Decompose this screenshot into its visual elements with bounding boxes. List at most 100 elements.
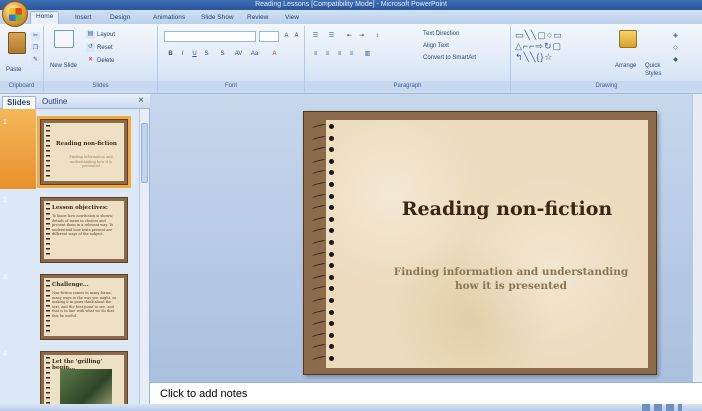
shadow-icon[interactable]: S [218,50,227,59]
underline-icon[interactable]: U [190,50,199,59]
spiral-ring-icon [311,180,336,189]
window-title: Reading Lessons [Compatibility Mode] - M… [255,1,447,8]
delete-icon: ✕ [87,57,94,63]
change-case-icon[interactable]: Aa [250,50,259,59]
paste-icon[interactable] [8,32,26,54]
bold-icon[interactable]: B [166,50,175,59]
tab-slides[interactable]: Slides [2,96,36,109]
notes-pane[interactable]: Click to add notes [150,382,702,404]
grow-font-icon[interactable]: A [282,32,291,41]
thumbnail-title: Challenge... [52,282,89,288]
spiral-ring-icon [311,308,336,317]
shape-outline-icon[interactable]: ◇ [671,44,680,53]
drawing-label: Drawing [511,81,702,91]
new-slide-button[interactable]: New Slide [50,62,77,70]
decrease-indent-icon[interactable]: ⇤ [345,32,354,41]
format-painter-icon[interactable]: ✎ [31,56,40,65]
spiral-ring-icon [311,342,336,351]
delete-button[interactable]: Delete [97,57,114,65]
strikethrough-icon[interactable]: S [202,50,211,59]
slides-scrollbar[interactable] [139,109,149,404]
paragraph-group: ☰ ☰ ⇤ ⇥ ↕ ≡ ≡ ≡ ≡ ▥ Text Direction Align… [305,26,511,92]
font-color-icon[interactable]: A [270,50,279,59]
tab-view[interactable]: View [280,13,304,22]
new-slide-icon[interactable] [54,30,74,48]
thumbnail-body: Finding information and understanding ho… [69,155,113,168]
slide-thumbnail-3[interactable]: Challenge... Non-fiction comes in many f… [40,274,128,340]
convert-smartart-button[interactable]: Convert to SmartArt [423,54,476,62]
spiral-ring-icon [311,134,336,143]
tab-design[interactable]: Design [105,13,135,22]
arrange-button[interactable]: Arrange [615,62,636,70]
ribbon: Paste ✂ ❐ ✎ Clipboard New Slide ▤ Layout… [0,24,702,94]
spiral-ring-icon [311,250,336,259]
spiral-ring-icon [311,296,336,305]
slide-number: 4 [3,351,7,358]
numbering-icon[interactable]: ☰ [327,32,336,41]
office-button[interactable] [2,1,28,27]
thumbnail-photo [60,369,112,404]
font-size-combo[interactable] [259,31,279,42]
font-group: A A B I U S S AV Aa A Font [158,26,305,92]
shrink-font-icon[interactable]: A [292,32,301,41]
align-right-icon[interactable]: ≡ [335,50,344,59]
italic-icon[interactable]: I [178,50,187,59]
layout-icon: ▤ [86,30,95,39]
tab-review[interactable]: Review [242,13,273,22]
spiral-binding [311,122,342,367]
spiral-ring-icon [311,122,336,131]
canvas-scrollbar[interactable] [692,94,702,382]
shape-fill-icon[interactable]: ◈ [671,32,680,41]
columns-icon[interactable]: ▥ [363,50,372,59]
shapes-gallery[interactable]: ▭╲╲▢○▭ △⌐⌐⇨↻▢ ↰╲╲{}☆ [515,30,603,64]
align-left-icon[interactable]: ≡ [311,50,320,59]
justify-icon[interactable]: ≡ [347,50,356,59]
spiral-ring-icon [311,354,336,363]
tab-outline[interactable]: Outline [38,96,71,107]
slide-title[interactable]: Reading non-fiction [366,198,648,220]
view-buttons[interactable] [642,404,682,411]
status-bar [0,404,702,411]
title-bar: Reading Lessons [Compatibility Mode] - M… [0,0,702,10]
drawing-group: ▭╲╲▢○▭ △⌐⌐⇨↻▢ ↰╲╲{}☆ Arrange Quick Styles … [511,26,702,92]
arrange-icon[interactable] [619,30,637,48]
text-direction-button[interactable]: Text Direction [423,30,459,38]
scrollbar-thumb[interactable] [141,123,148,183]
shape-effects-icon[interactable]: ◆ [671,56,680,65]
spiral-ring-icon [311,203,336,212]
slide-thumbnail-4[interactable]: Let the 'grilling' begin... [40,351,128,404]
current-slide[interactable]: Reading non-fiction Finding information … [303,111,657,375]
layout-button[interactable]: Layout [97,31,115,39]
quick-styles-button[interactable]: Quick Styles [645,62,669,78]
spiral-ring-icon [311,168,336,177]
align-center-icon[interactable]: ≡ [323,50,332,59]
slide-number: 3 [3,274,7,281]
font-name-combo[interactable] [164,31,256,42]
tab-home[interactable]: Home [30,11,60,24]
tab-insert[interactable]: Insert [70,13,96,22]
line-spacing-icon[interactable]: ↕ [373,32,382,41]
slide-paper: Reading non-fiction Finding information … [326,120,648,368]
spiral-ring-icon [311,226,336,235]
tab-slide-show[interactable]: Slide Show [196,13,239,22]
increase-indent-icon[interactable]: ⇥ [357,32,366,41]
close-icon[interactable]: × [138,95,144,106]
spiral-ring-icon [311,215,336,224]
bullets-icon[interactable]: ☰ [311,32,320,41]
reset-button[interactable]: Reset [97,44,113,52]
spiral-ring-icon [311,238,336,247]
align-text-button[interactable]: Align Text [423,42,449,50]
cut-icon[interactable]: ✂ [31,32,40,41]
notes-placeholder[interactable]: Click to add notes [160,388,247,400]
spiral-ring-icon [311,273,336,282]
copy-icon[interactable]: ❐ [31,44,40,53]
font-label: Font [158,81,304,91]
slides-pane: Slides Outline × 1 Reading non-fiction F… [0,94,150,404]
spiral-ring-icon [311,145,336,154]
tab-animations[interactable]: Animations [148,13,190,22]
char-spacing-icon[interactable]: AV [234,50,243,59]
slide-thumbnail-2[interactable]: Lesson objectives: To know how non-ficti… [40,197,128,263]
slide-subtitle[interactable]: Finding information and understanding ho… [386,265,636,293]
paste-button[interactable]: Paste [6,66,21,74]
slide-thumbnail-1[interactable]: Reading non-fiction Finding information … [37,116,131,188]
